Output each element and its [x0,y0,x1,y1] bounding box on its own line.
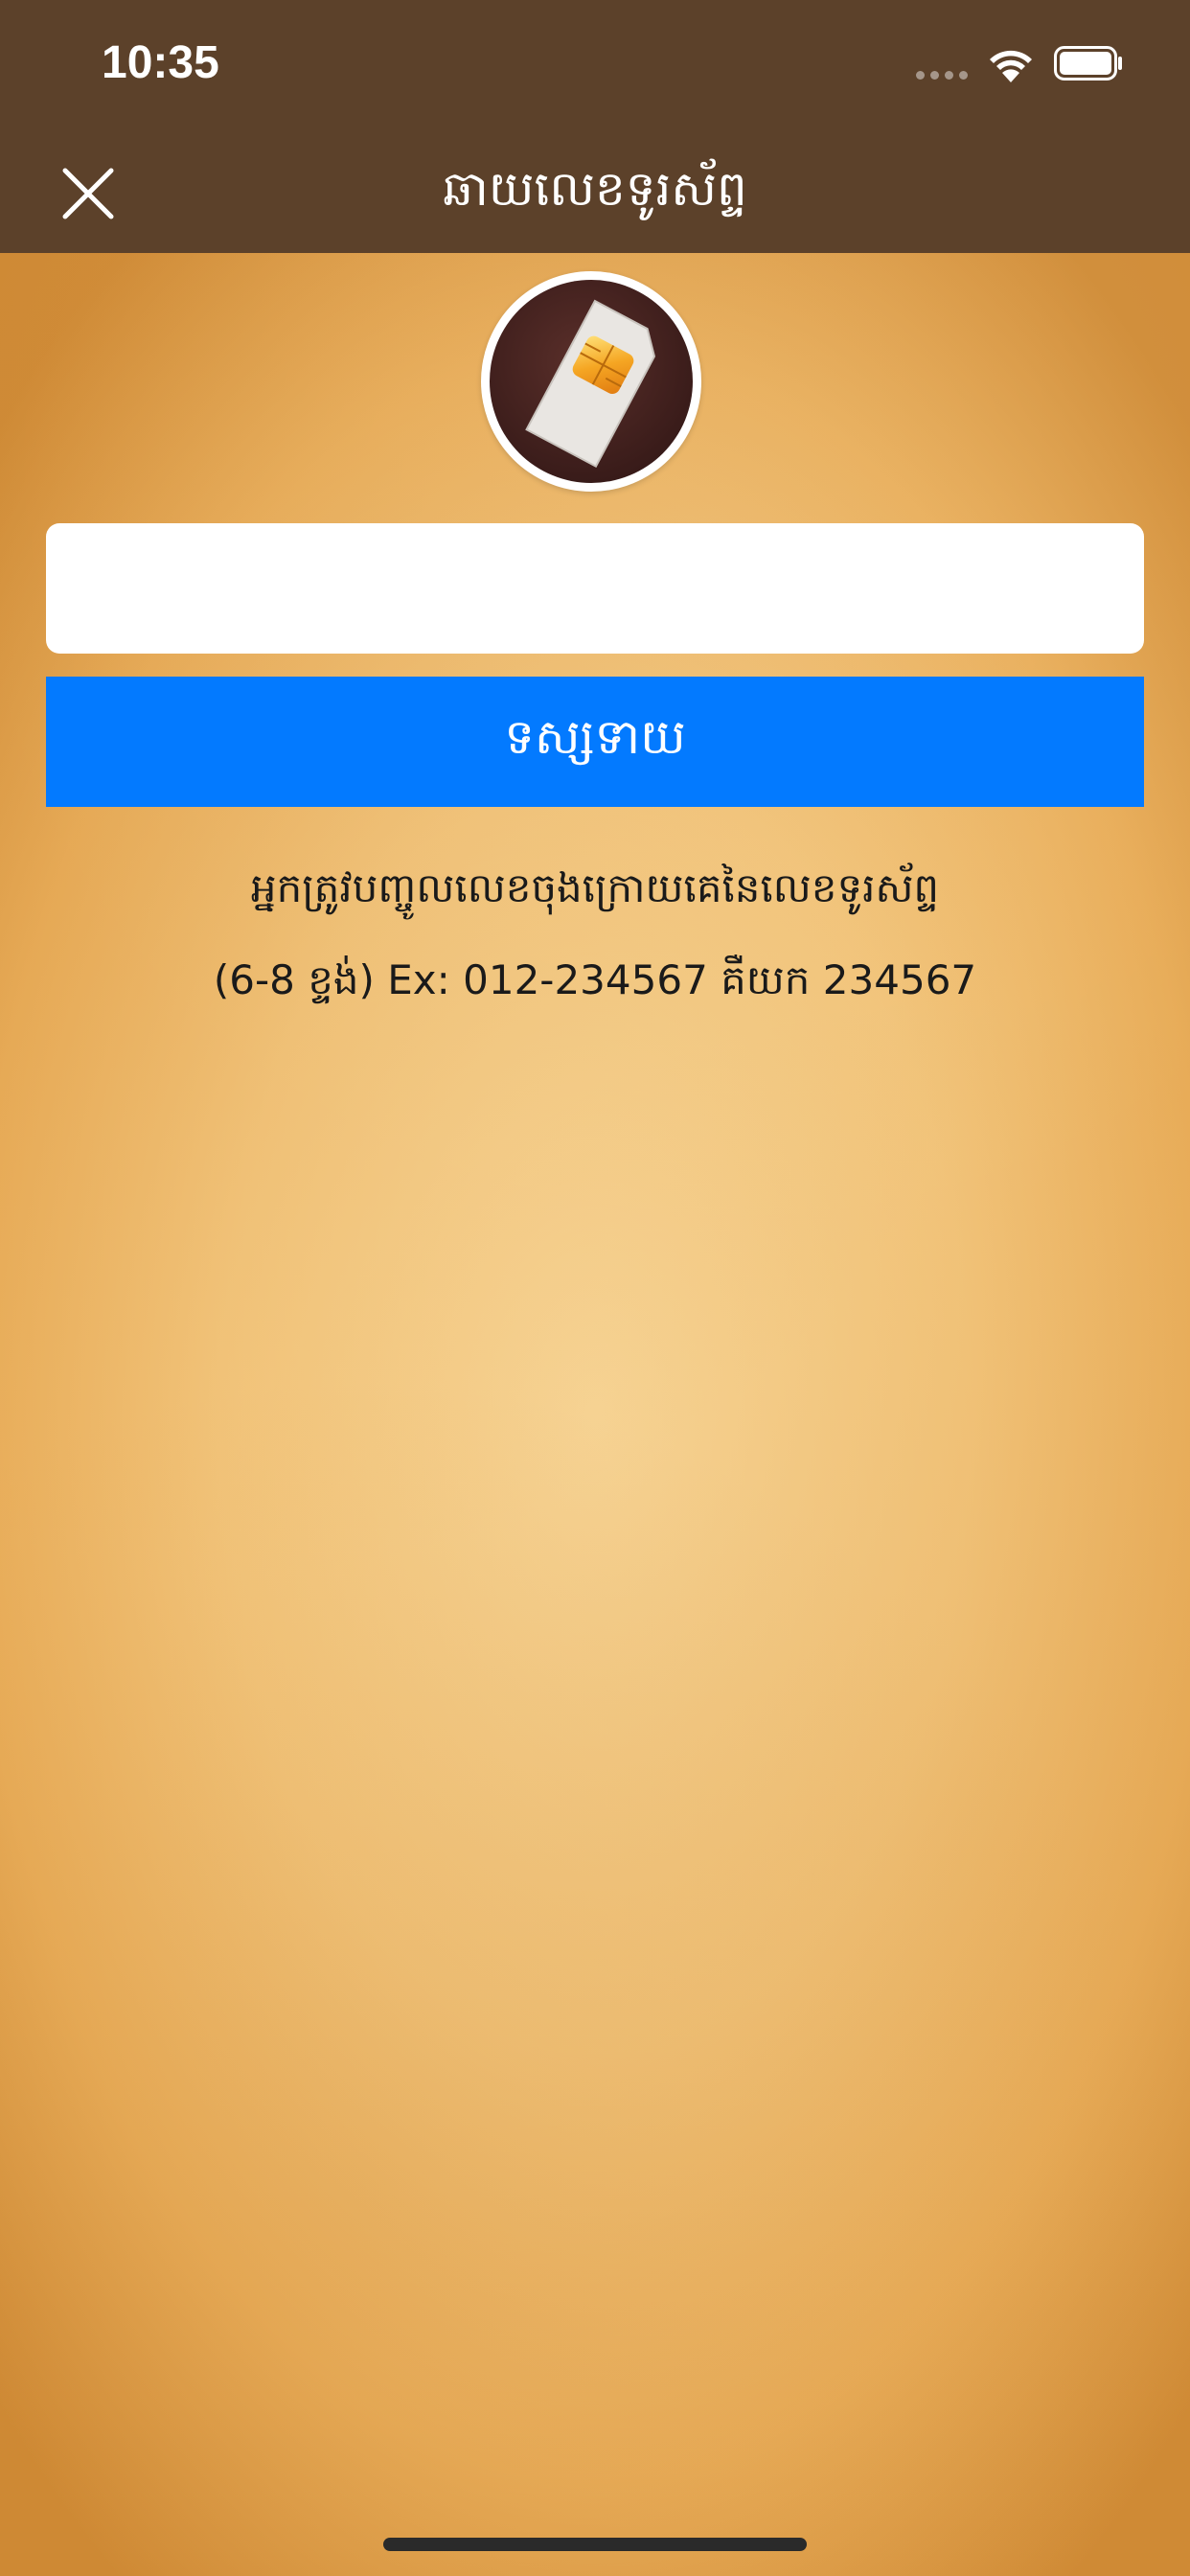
hint-line-2: (6-8 ខ្ទង់) Ex: 012-234567 គឺយក 234567 [213,956,977,1003]
sim-card-icon [525,299,656,469]
page-title: ឆាយលេខទូរស័ព្ទ [443,161,747,217]
sim-avatar [481,271,701,492]
hint-line-1: អ្នកត្រូវបញ្ចូលលេខចុងក្រោយគេនៃលេខទូរស័ព្… [250,864,940,911]
header-bar: 10:35 ឆាយលេខទូរស័ព្ទ [0,0,1190,253]
close-button[interactable] [56,161,121,226]
predict-button[interactable]: ទស្សទាយ [46,677,1144,807]
signal-icon [916,71,968,80]
status-time: 10:35 [102,37,219,88]
wifi-icon [990,50,1032,82]
home-indicator[interactable] [383,2538,807,2551]
battery-icon [1054,46,1122,80]
screen: 10:35 ឆាយលេខទូរស័ព្ទ ទស្សទាយ អ្នកត្រូវបញ… [0,0,1190,2576]
close-icon [62,168,114,219]
predict-button-label: ទស្សទាយ [504,708,686,765]
phone-number-input[interactable] [46,523,1144,654]
